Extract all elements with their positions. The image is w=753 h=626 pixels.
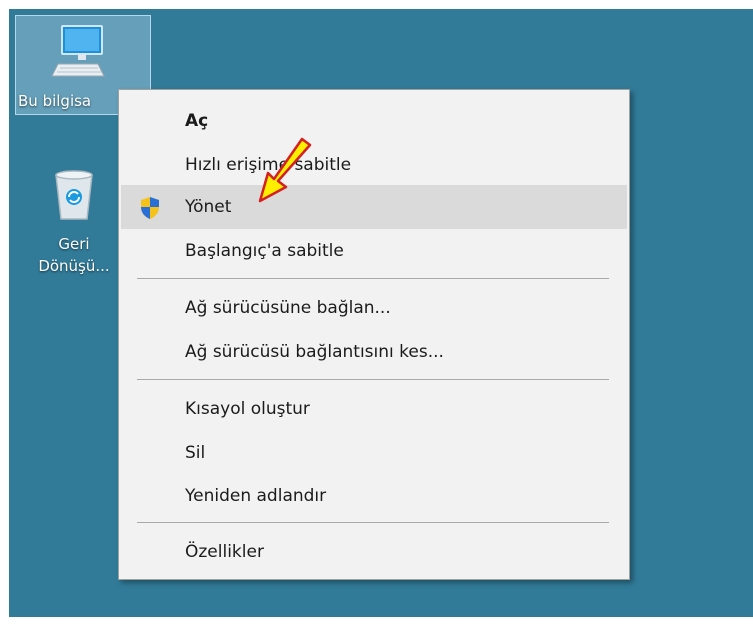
menu-item-label: Ağ sürücüsü bağlantısını kes... (185, 342, 444, 362)
menu-item-label: Başlangıç'a sabitle (185, 241, 344, 261)
menu-item-label: Özellikler (185, 542, 264, 562)
menu-item-label: Aç (185, 111, 209, 131)
recycle-bin-icon (55, 170, 93, 220)
uac-shield-icon (141, 197, 159, 219)
this-pc-label: Bu bilgisa (18, 92, 92, 110)
yellow-arrow-icon (258, 137, 312, 203)
menu-item-map-network-drive[interactable]: Ağ sürücüsüne bağlan... (121, 286, 627, 330)
context-menu: Aç Hızlı erişime sabitle Yönet Başlangıç… (118, 89, 630, 580)
recycle-bin-label-line2: Dönüşü... (38, 257, 110, 275)
menu-item-disconnect-network-drive[interactable]: Ağ sürücüsü bağlantısını kes... (121, 330, 627, 374)
menu-item-open[interactable]: Aç (121, 99, 627, 143)
menu-item-rename[interactable]: Yeniden adlandır (121, 474, 627, 518)
menu-separator (137, 522, 609, 523)
menu-item-label: Yönet (185, 197, 232, 217)
recycle-bin-label-line1: Geri (58, 235, 90, 253)
menu-item-label: Sil (185, 443, 206, 463)
menu-separator (137, 379, 609, 380)
menu-item-create-shortcut[interactable]: Kısayol oluştur (121, 387, 627, 431)
menu-item-properties[interactable]: Özellikler (121, 530, 627, 574)
menu-item-label: Kısayol oluştur (185, 399, 310, 419)
menu-separator (137, 278, 609, 279)
menu-item-manage[interactable]: Yönet (121, 185, 627, 229)
computer-icon (51, 25, 105, 77)
menu-item-pin-quick-access[interactable]: Hızlı erişime sabitle (121, 143, 627, 187)
menu-item-delete[interactable]: Sil (121, 431, 627, 475)
menu-item-pin-start[interactable]: Başlangıç'a sabitle (121, 229, 627, 273)
recycle-bin-desktop-icon[interactable]: Geri Dönüşü... (19, 169, 129, 277)
menu-item-label: Yeniden adlandır (185, 486, 327, 506)
menu-item-label: Ağ sürücüsüne bağlan... (185, 298, 391, 318)
